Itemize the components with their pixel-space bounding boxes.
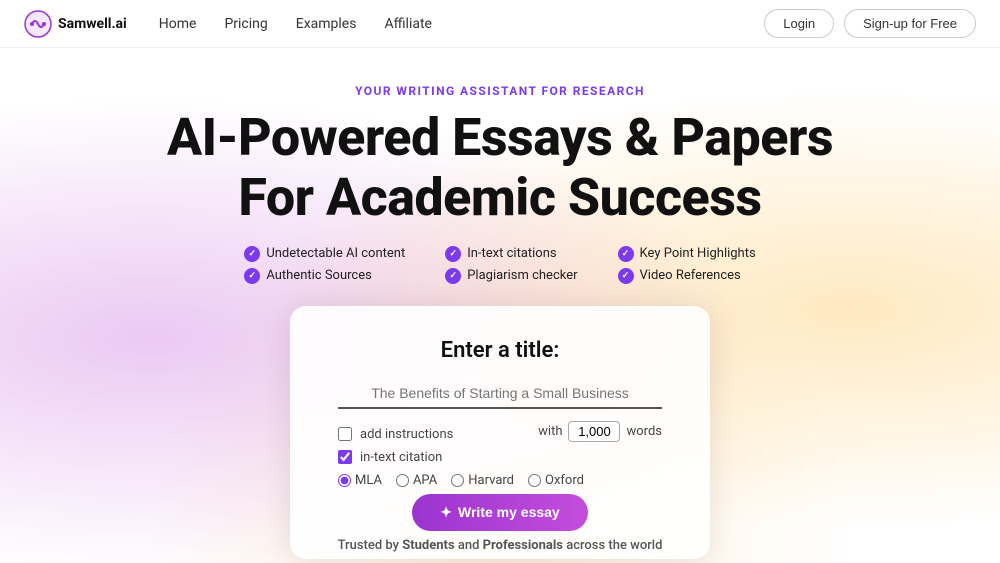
signup-button[interactable]: Sign-up for Free [844, 9, 976, 38]
radio-mla-input[interactable] [338, 474, 351, 487]
trusted-label: Trusted by Students and Professionals ac… [338, 538, 663, 553]
main-content: YOUR WRITING ASSISTANT FOR RESEARCH AI-P… [0, 48, 1000, 559]
essay-title-input[interactable] [338, 381, 662, 409]
nav-left: Samwell.ai Home Pricing Examples Affilia… [24, 10, 432, 38]
feature-check-4 [244, 268, 260, 284]
logo-icon [24, 10, 52, 38]
words-input[interactable] [568, 421, 620, 442]
login-button[interactable]: Login [764, 9, 834, 38]
nav-link-pricing[interactable]: Pricing [224, 16, 267, 32]
in-text-citation-label: in-text citation [360, 450, 442, 465]
radio-mla-label: MLA [355, 473, 382, 488]
feature-item-5: Plagiarism checker [445, 268, 577, 284]
nav-right: Login Sign-up for Free [764, 9, 976, 38]
in-text-citation-row[interactable]: in-text citation [338, 450, 453, 465]
tagline: YOUR WRITING ASSISTANT FOR RESEARCH [355, 84, 645, 98]
radio-harvard[interactable]: Harvard [451, 473, 514, 488]
star-icon: ✦ [440, 504, 452, 521]
essay-card: Enter a title: add instructions in-text … [290, 306, 710, 559]
nav-link-affiliate[interactable]: Affiliate [384, 16, 432, 32]
with-label: with [538, 424, 562, 439]
feature-check-3 [618, 246, 634, 262]
feature-label-4: Authentic Sources [266, 268, 372, 283]
radio-harvard-input[interactable] [451, 474, 464, 487]
card-options: add instructions in-text citation with w… [338, 427, 662, 488]
feature-item-4: Authentic Sources [244, 268, 405, 284]
add-instructions-label: add instructions [360, 427, 453, 442]
logo: Samwell.ai [24, 10, 127, 38]
feature-check-2 [445, 246, 461, 262]
add-instructions-row[interactable]: add instructions [338, 427, 453, 442]
radio-apa-label: APA [413, 473, 437, 488]
logo-text: Samwell.ai [58, 16, 127, 32]
radio-oxford[interactable]: Oxford [528, 473, 584, 488]
citation-style-group: MLA APA Harvard Oxford [338, 473, 662, 488]
feature-label-1: Undetectable AI content [266, 246, 405, 261]
card-title: Enter a title: [441, 338, 560, 363]
feature-label-2: In-text citations [467, 246, 556, 261]
features-grid: Undetectable AI content In-text citation… [244, 246, 755, 284]
hero-title-line1: AI-Powered Essays & Papers [167, 107, 833, 168]
radio-apa[interactable]: APA [396, 473, 437, 488]
feature-item-6: Video References [618, 268, 756, 284]
feature-check-5 [445, 268, 461, 284]
feature-item-2: In-text citations [445, 246, 577, 262]
feature-label-5: Plagiarism checker [467, 268, 577, 283]
feature-item-3: Key Point Highlights [618, 246, 756, 262]
nav-link-home[interactable]: Home [159, 16, 197, 32]
navbar: Samwell.ai Home Pricing Examples Affilia… [0, 0, 1000, 48]
radio-oxford-input[interactable] [528, 474, 541, 487]
feature-label-3: Key Point Highlights [640, 246, 756, 261]
nav-link-examples[interactable]: Examples [296, 16, 357, 32]
write-essay-button[interactable]: ✦ Write my essay [412, 494, 587, 531]
radio-oxford-label: Oxford [545, 473, 584, 488]
words-label: words [626, 424, 662, 439]
add-instructions-checkbox[interactable] [338, 427, 352, 441]
nav-links: Home Pricing Examples Affiliate [159, 16, 432, 32]
feature-label-6: Video References [640, 268, 741, 283]
feature-check-1 [244, 246, 260, 262]
in-text-citation-checkbox[interactable] [338, 450, 352, 464]
radio-apa-input[interactable] [396, 474, 409, 487]
write-essay-label: Write my essay [458, 504, 560, 520]
feature-check-6 [618, 268, 634, 284]
radio-harvard-label: Harvard [468, 473, 514, 488]
options-and-words-row: add instructions in-text citation with w… [338, 427, 662, 465]
hero-title: AI-Powered Essays & Papers For Academic … [167, 108, 833, 228]
words-row: with words [538, 421, 662, 442]
hero-title-line2: For Academic Success [238, 167, 761, 228]
trusted-text: Trusted by Students and Professionals ac… [338, 538, 663, 553]
radio-mla[interactable]: MLA [338, 473, 382, 488]
feature-item-1: Undetectable AI content [244, 246, 405, 262]
